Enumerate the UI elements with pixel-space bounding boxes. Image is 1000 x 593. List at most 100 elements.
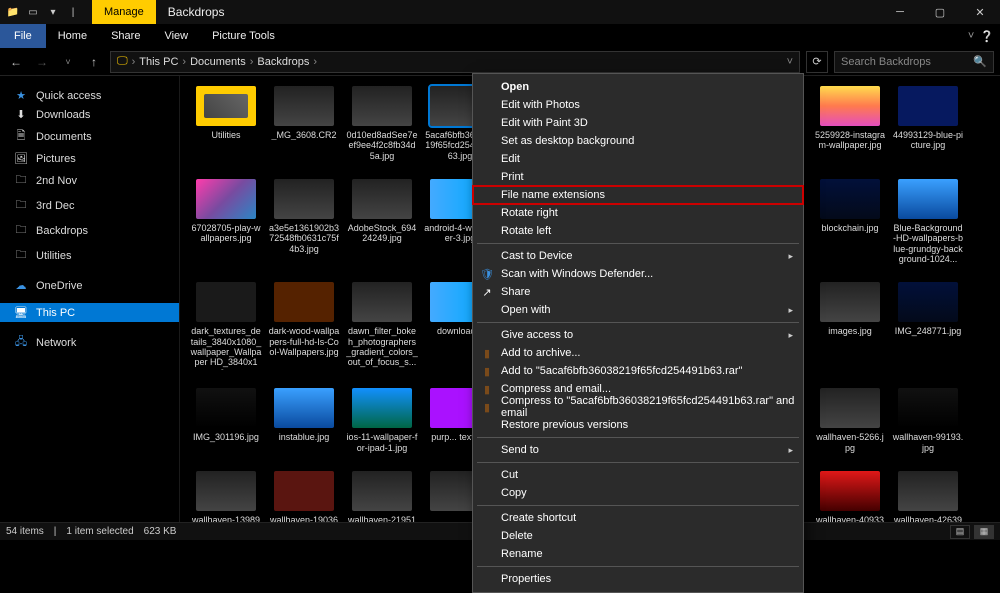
sidebar-item-utilities[interactable]: 🗀Utilities bbox=[0, 243, 179, 268]
ctx-rotate-left[interactable]: Rotate left bbox=[473, 222, 803, 240]
file-thumbnail[interactable]: _MG_3608.CR2 bbox=[268, 86, 340, 161]
file-thumbnail[interactable]: Blue-Background-HD-wallpapers-blue-grund… bbox=[892, 179, 964, 264]
ctx-rename[interactable]: Rename bbox=[473, 545, 803, 563]
ctx-delete[interactable]: Delete bbox=[473, 527, 803, 545]
file-thumbnail[interactable]: IMG_301196.jpg bbox=[190, 388, 262, 453]
thumbnail-caption: instablue.jpg bbox=[279, 432, 330, 442]
refresh-button[interactable]: ⟳ bbox=[806, 51, 828, 73]
sidebar-item-documents[interactable]: 🗎Documents bbox=[0, 124, 179, 149]
breadcrumb[interactable]: 🖵 › This PC › Documents › Backdrops › ˅ bbox=[110, 51, 800, 73]
ribbon: File Home Share View Picture Tools ˅ ❔ bbox=[0, 24, 1000, 48]
file-thumbnail[interactable]: dawn_filter_bokeh_photographers_gradient… bbox=[346, 282, 418, 370]
ctx-copy[interactable]: Copy bbox=[473, 484, 803, 502]
file-thumbnail[interactable]: images.jpg bbox=[814, 282, 886, 370]
chevron-right-icon[interactable]: › bbox=[132, 56, 136, 68]
file-thumbnail[interactable]: wallhaven-139895.jpg bbox=[190, 471, 262, 522]
ctx-give-access[interactable]: Give access to▸ bbox=[473, 326, 803, 344]
file-thumbnail[interactable]: wallhaven-219518.jpg bbox=[346, 471, 418, 522]
sidebar-item-3rddec[interactable]: 🗀3rd Dec bbox=[0, 193, 179, 218]
file-thumbnail[interactable]: wallhaven-5266.jpg bbox=[814, 388, 886, 453]
ctx-shortcut[interactable]: Create shortcut bbox=[473, 509, 803, 527]
ctx-edit[interactable]: Edit bbox=[473, 150, 803, 168]
ctx-defender[interactable]: 🛡Scan with Windows Defender... bbox=[473, 265, 803, 283]
file-thumbnail[interactable]: wallhaven-190365.jpg bbox=[268, 471, 340, 522]
ribbon-tab-file[interactable]: File bbox=[0, 24, 46, 48]
thumbnail-caption: ios-11-wallpaper-for-ipad-1.jpg bbox=[346, 432, 418, 453]
sidebar-item-quick-access[interactable]: ★Quick access bbox=[0, 86, 179, 105]
ctx-add-to[interactable]: ▮Add to "5acaf6bfb36038219f65fcd254491b6… bbox=[473, 362, 803, 380]
sidebar-item-pictures[interactable]: 🖼Pictures bbox=[0, 149, 179, 168]
ctx-properties[interactable]: Properties bbox=[473, 570, 803, 588]
breadcrumb-documents[interactable]: Documents bbox=[190, 56, 246, 68]
ribbon-tab-view[interactable]: View bbox=[152, 24, 200, 48]
thumbnails-view-icon[interactable]: ▦ bbox=[974, 525, 994, 539]
ribbon-tab-share[interactable]: Share bbox=[99, 24, 152, 48]
file-thumbnail[interactable]: wallhaven-426396.png bbox=[892, 471, 964, 522]
ctx-edit-paint3d[interactable]: Edit with Paint 3D bbox=[473, 114, 803, 132]
help-icon[interactable]: ❔ bbox=[980, 30, 994, 43]
address-bar: ← → ˅ ↑ 🖵 › This PC › Documents › Backdr… bbox=[0, 48, 1000, 76]
sidebar-item-onedrive[interactable]: ☁OneDrive bbox=[0, 276, 179, 295]
minimize-button[interactable]: ─ bbox=[880, 0, 920, 24]
ctx-cut[interactable]: Cut bbox=[473, 466, 803, 484]
thumbnail-caption: wallhaven-190365.jpg bbox=[268, 515, 340, 522]
sidebar-item-thispc[interactable]: 🖥This PC bbox=[0, 303, 179, 322]
ctx-compress-to[interactable]: ▮Compress to "5acaf6bfb36038219f65fcd254… bbox=[473, 398, 803, 416]
ctx-add-archive[interactable]: ▮Add to archive... bbox=[473, 344, 803, 362]
thumbnail-caption: 5259928-instagram-wallpaper.jpg bbox=[814, 130, 886, 151]
ctx-file-name-ext[interactable]: File name extensions bbox=[473, 186, 803, 204]
ctx-restore[interactable]: Restore previous versions bbox=[473, 416, 803, 434]
ctx-edit-photos[interactable]: Edit with Photos bbox=[473, 96, 803, 114]
thumbnail-caption: 67028705-play-wallpapers.jpg bbox=[190, 223, 262, 244]
file-thumbnail[interactable]: 5259928-instagram-wallpaper.jpg bbox=[814, 86, 886, 161]
sidebar-item-downloads[interactable]: ⬇Downloads bbox=[0, 105, 179, 124]
breadcrumb-backdrops[interactable]: Backdrops bbox=[257, 56, 309, 68]
search-input[interactable]: Search Backdrops 🔍 bbox=[834, 51, 994, 73]
ctx-sendto[interactable]: Send to▸ bbox=[473, 441, 803, 459]
file-thumbnail[interactable]: ios-11-wallpaper-for-ipad-1.jpg bbox=[346, 388, 418, 453]
ribbon-tab-manage[interactable]: Manage bbox=[92, 0, 156, 24]
chevron-down-icon[interactable]: ˅ bbox=[968, 30, 974, 42]
details-view-icon[interactable]: ▤ bbox=[950, 525, 970, 539]
ribbon-tab-tools[interactable]: Picture Tools bbox=[200, 24, 287, 48]
breadcrumb-thispc[interactable]: This PC bbox=[139, 56, 178, 68]
file-thumbnail[interactable]: 44993129-blue-picture.jpg bbox=[892, 86, 964, 161]
file-thumbnail[interactable]: wallhaven-99193.jpg bbox=[892, 388, 964, 453]
back-button[interactable]: ← bbox=[6, 55, 26, 69]
ctx-share[interactable]: ↗Share bbox=[473, 283, 803, 301]
file-thumbnail[interactable]: Utilities bbox=[190, 86, 262, 161]
file-thumbnail[interactable]: 0d10ed8adSee7eef9ee4f2c8fb34d5a.jpg bbox=[346, 86, 418, 161]
ctx-set-bg[interactable]: Set as desktop background bbox=[473, 132, 803, 150]
file-thumbnail[interactable]: dark-wood-wallpapers-full-hd-Is-Cool-Wal… bbox=[268, 282, 340, 370]
close-button[interactable]: ✕ bbox=[960, 0, 1000, 24]
chevron-right-icon[interactable]: › bbox=[250, 56, 254, 68]
dropdown-icon[interactable]: ˅ bbox=[787, 56, 793, 68]
up-button[interactable]: ↑ bbox=[84, 55, 104, 69]
file-thumbnail[interactable]: AdobeStock_69424249.jpg bbox=[346, 179, 418, 264]
ctx-open[interactable]: Open bbox=[473, 78, 803, 96]
properties-icon[interactable]: ▭ bbox=[26, 5, 40, 19]
ctx-cast[interactable]: Cast to Device▸ bbox=[473, 247, 803, 265]
sidebar-item-backdrops[interactable]: 🗀Backdrops bbox=[0, 218, 179, 243]
file-thumbnail[interactable]: instablue.jpg bbox=[268, 388, 340, 453]
ctx-open-with[interactable]: Open with▸ bbox=[473, 301, 803, 319]
sidebar-item-network[interactable]: 🖧Network bbox=[0, 330, 179, 355]
ctx-print[interactable]: Print bbox=[473, 168, 803, 186]
dropdown-icon[interactable]: ▾ bbox=[46, 5, 60, 19]
chevron-right-icon[interactable]: › bbox=[182, 56, 186, 68]
file-thumbnail[interactable]: 67028705-play-wallpapers.jpg bbox=[190, 179, 262, 264]
search-placeholder: Search Backdrops bbox=[841, 56, 931, 68]
file-thumbnail[interactable]: wallhaven-409335.jpg bbox=[814, 471, 886, 522]
sidebar-item-2ndnov[interactable]: 🗀2nd Nov bbox=[0, 168, 179, 193]
file-thumbnail[interactable]: blockchain.jpg bbox=[814, 179, 886, 264]
chevron-right-icon[interactable]: › bbox=[313, 56, 317, 68]
file-thumbnail[interactable]: IMG_248771.jpg bbox=[892, 282, 964, 370]
ctx-rotate-right[interactable]: Rotate right bbox=[473, 204, 803, 222]
maximize-button[interactable]: ▢ bbox=[920, 0, 960, 24]
file-thumbnail[interactable]: a3e5e1361902b372548fb0631c75f4b3.jpg bbox=[268, 179, 340, 264]
recent-button[interactable]: ˅ bbox=[58, 57, 78, 67]
file-thumbnail[interactable]: dark_textures_details_3840x1080_wallpape… bbox=[190, 282, 262, 370]
thumbnail-image bbox=[274, 179, 334, 219]
forward-button[interactable]: → bbox=[32, 55, 52, 69]
ribbon-tab-home[interactable]: Home bbox=[46, 24, 99, 48]
